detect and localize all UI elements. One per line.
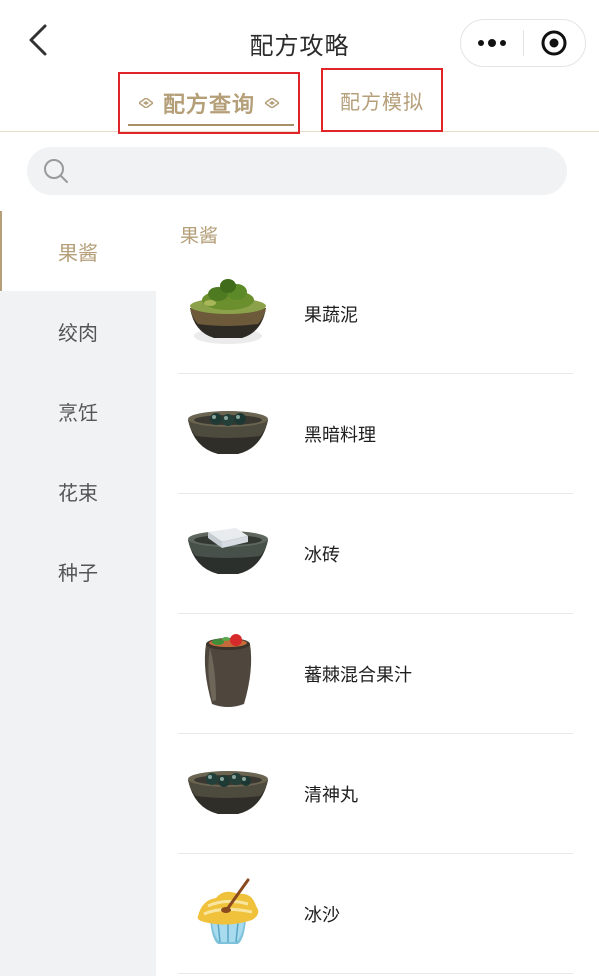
juice-cup-icon <box>204 634 252 707</box>
tab-recipe-query[interactable]: 配方查询 <box>118 72 300 134</box>
search-bar[interactable] <box>27 147 567 195</box>
ice-brick-bowl-icon <box>188 528 268 574</box>
section-title: 果酱 <box>180 225 219 247</box>
sidebar-item-label: 花束 <box>58 480 98 505</box>
dark-bowl-icon <box>188 411 268 454</box>
smoothie-cup-icon <box>197 878 259 944</box>
list-item[interactable]: 冰砖 <box>178 494 573 614</box>
list-item[interactable]: 冰沙 <box>178 854 573 974</box>
tab-recipe-simulate[interactable]: 配方模拟 <box>321 68 443 132</box>
list-item[interactable]: 清神丸 <box>178 734 573 854</box>
list-item[interactable]: 黑暗料理 <box>178 374 573 494</box>
active-tab-underline <box>128 124 294 126</box>
more-dots-icon <box>478 39 506 47</box>
target-close-icon <box>541 30 567 56</box>
tab-recipe-simulate-label: 配方模拟 <box>340 89 424 114</box>
list-item[interactable]: 蕃棘混合果汁 <box>178 614 573 734</box>
tab-recipe-query-label: 配方查询 <box>162 93 255 118</box>
list-item[interactable]: 果蔬泥 <box>178 254 573 374</box>
vegetable-puree-bowl-icon <box>190 279 266 344</box>
recipe-name: 蕃棘混合果汁 <box>304 665 412 686</box>
search-input[interactable] <box>79 160 539 182</box>
recipe-name: 黑暗料理 <box>304 425 376 446</box>
close-mini-program-button[interactable] <box>524 20 585 66</box>
sidebar-item-minced-meat[interactable]: 绞肉 <box>0 291 156 371</box>
recipe-name: 果蔬泥 <box>304 305 358 326</box>
recipe-name: 清神丸 <box>304 785 358 806</box>
more-button[interactable] <box>461 20 523 66</box>
tab-bar: 配方查询 配方模拟 <box>0 66 599 134</box>
sidebar-item-label: 果酱 <box>58 240 98 265</box>
sidebar-item-label: 种子 <box>58 560 98 585</box>
diamond-ornament-right-icon <box>265 98 279 108</box>
recipe-name: 冰砖 <box>304 545 340 566</box>
pill-bowl-icon <box>188 771 268 814</box>
recipe-name: 冰沙 <box>304 905 340 926</box>
mini-program-capsule <box>460 19 586 67</box>
sidebar-item-jam[interactable]: 果酱 <box>0 211 156 291</box>
sidebar-item-seeds[interactable]: 种子 <box>0 531 156 611</box>
sidebar-item-cooking[interactable]: 烹饪 <box>0 371 156 451</box>
sidebar-item-label: 绞肉 <box>58 320 98 345</box>
sidebar-item-label: 烹饪 <box>58 400 98 425</box>
category-sidebar: 果酱 绞肉 烹饪 花束 种子 <box>0 211 156 976</box>
diamond-ornament-left-icon <box>138 98 153 108</box>
search-icon <box>44 159 68 183</box>
sidebar-item-bouquet[interactable]: 花束 <box>0 451 156 531</box>
recipe-list: 果酱 果蔬泥 黑暗料理 冰砖 蕃棘混合果汁 清神丸 冰沙 <box>156 211 599 976</box>
